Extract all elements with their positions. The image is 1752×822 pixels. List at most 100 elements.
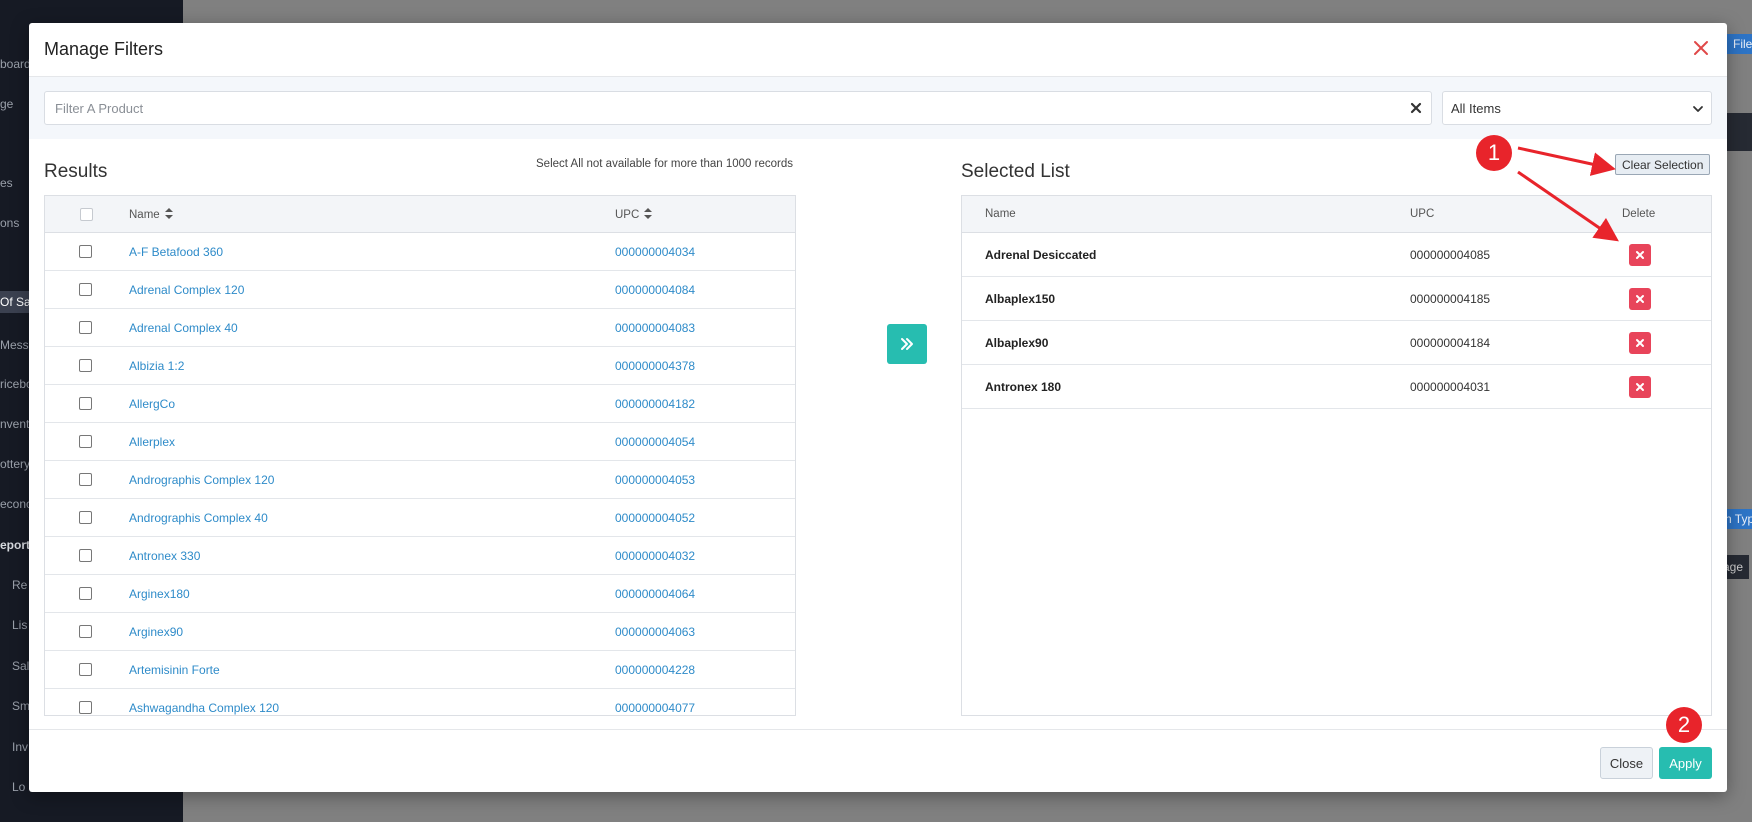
row-checkbox[interactable] (79, 511, 92, 524)
delete-icon (1636, 383, 1644, 391)
product-name-link[interactable]: Allerplex (129, 435, 175, 449)
results-name-header[interactable]: Name (129, 208, 173, 221)
table-row: AllergCo 000000004182 (45, 385, 795, 423)
bg-nav-item: nvent (0, 417, 30, 431)
selected-row: Antronex 180 000000004031 (962, 365, 1711, 409)
delete-button[interactable] (1629, 288, 1651, 310)
results-upc-header[interactable]: UPC (615, 208, 653, 221)
bg-nav-item: eport (0, 538, 30, 552)
product-upc-link[interactable]: 000000004063 (615, 625, 695, 639)
table-row: Andrographis Complex 120 000000004053 (45, 461, 795, 499)
modal-footer: Close Apply (29, 729, 1727, 792)
select-all-note: Select All not available for more than 1… (536, 158, 793, 170)
items-select-value: All Items (1451, 100, 1501, 116)
bg-nav-item: econc (0, 497, 33, 511)
product-name-link[interactable]: Ashwagandha Complex 120 (129, 701, 279, 715)
selected-product-upc: 000000004185 (1410, 292, 1491, 306)
clear-filter-icon[interactable] (1409, 101, 1423, 115)
filter-product-input[interactable] (45, 92, 1431, 124)
close-button[interactable]: Close (1600, 747, 1653, 779)
clear-selection-button[interactable]: Clear Selection (1615, 154, 1711, 175)
product-name-link[interactable]: Adrenal Complex 40 (129, 321, 238, 335)
product-name-link[interactable]: A-F Betafood 360 (129, 245, 223, 259)
product-upc-link[interactable]: 000000004228 (615, 663, 695, 677)
selected-upc-header: UPC (1410, 208, 1435, 220)
bg-nav-item: Lo (12, 780, 26, 794)
modal-header: Manage Filters (29, 23, 1727, 77)
selected-row: Albaplex150 000000004185 (962, 277, 1711, 321)
selected-row: Adrenal Desiccated 000000004085 (962, 233, 1711, 277)
table-row: Adrenal Complex 40 000000004083 (45, 309, 795, 347)
table-row: Albizia 1:2 000000004378 (45, 347, 795, 385)
table-row: Ashwagandha Complex 120 000000004077 (45, 689, 795, 715)
sort-icon (164, 208, 173, 219)
selected-list-title: Selected List (961, 161, 1070, 182)
table-row: Antronex 330 000000004032 (45, 537, 795, 575)
selected-delete-header: Delete (1622, 208, 1656, 220)
product-name-link[interactable]: Andrographis Complex 40 (129, 511, 268, 525)
product-upc-link[interactable]: 000000004053 (615, 473, 695, 487)
product-upc-link[interactable]: 000000004084 (615, 283, 695, 297)
delete-button[interactable] (1629, 244, 1651, 266)
bg-nav-item: es (0, 176, 13, 190)
row-checkbox[interactable] (79, 283, 92, 296)
selected-table: Name UPC Delete Adrenal Desiccated 000000… (961, 195, 1712, 716)
product-upc-link[interactable]: 000000004077 (615, 701, 695, 715)
bg-nav-item: ricebo (0, 377, 33, 391)
bg-nav-item: Sm (12, 699, 30, 713)
product-name-link[interactable]: Albizia 1:2 (129, 359, 184, 373)
table-row: Arginex90 000000004063 (45, 613, 795, 651)
row-checkbox[interactable] (79, 435, 92, 448)
row-checkbox[interactable] (79, 473, 92, 486)
product-upc-link[interactable]: 000000004052 (615, 511, 695, 525)
selected-table-header: Name UPC Delete (962, 196, 1711, 233)
delete-icon (1636, 295, 1644, 303)
apply-button[interactable]: Apply (1659, 747, 1712, 779)
product-upc-link[interactable]: 000000004034 (615, 245, 695, 259)
selected-product-name: Albaplex90 (985, 336, 1049, 350)
product-upc-link[interactable]: 000000004083 (615, 321, 695, 335)
product-name-link[interactable]: AllergCo (129, 397, 175, 411)
bg-nav-item: Lis (12, 618, 28, 632)
delete-button[interactable] (1629, 376, 1651, 398)
row-checkbox[interactable] (79, 701, 92, 714)
table-row: Artemisinin Forte 000000004228 (45, 651, 795, 689)
product-upc-link[interactable]: 000000004032 (615, 549, 695, 563)
product-name-link[interactable]: Adrenal Complex 120 (129, 283, 244, 297)
row-checkbox[interactable] (79, 245, 92, 258)
product-name-link[interactable]: Artemisinin Forte (129, 663, 220, 677)
row-checkbox[interactable] (79, 359, 92, 372)
items-select[interactable]: All Items (1442, 91, 1712, 125)
product-upc-link[interactable]: 000000004182 (615, 397, 695, 411)
row-checkbox[interactable] (79, 587, 92, 600)
manage-filters-modal: Manage Filters All Items Results Select … (29, 23, 1727, 792)
row-checkbox[interactable] (79, 321, 92, 334)
bg-nav-item: Re (12, 578, 28, 592)
row-checkbox[interactable] (79, 663, 92, 676)
product-name-link[interactable]: Arginex90 (129, 625, 183, 639)
table-row: Andrographis Complex 40 000000004052 (45, 499, 795, 537)
row-checkbox[interactable] (79, 625, 92, 638)
row-checkbox[interactable] (79, 549, 92, 562)
product-upc-link[interactable]: 000000004064 (615, 587, 695, 601)
product-name-link[interactable]: Arginex180 (129, 587, 190, 601)
row-checkbox[interactable] (79, 397, 92, 410)
results-table: Name UPC A-F Betafood 360 000000004034 Ad… (44, 195, 796, 716)
delete-icon (1636, 339, 1644, 347)
selected-product-name: Antronex 180 (985, 380, 1062, 394)
product-upc-link[interactable]: 000000004054 (615, 435, 695, 449)
product-name-link[interactable]: Andrographis Complex 120 (129, 473, 274, 487)
results-upc-header-label: UPC (615, 209, 640, 221)
results-table-header: Name UPC (45, 196, 795, 233)
select-all-checkbox[interactable] (80, 208, 93, 221)
close-icon[interactable] (1690, 37, 1712, 59)
filter-field (44, 91, 1432, 125)
product-name-link[interactable]: Antronex 330 (129, 549, 200, 563)
product-upc-link[interactable]: 000000004378 (615, 359, 695, 373)
delete-button[interactable] (1629, 332, 1651, 354)
add-to-selection-button[interactable] (887, 324, 927, 364)
filter-bar: All Items (29, 77, 1727, 139)
bg-nav-item: ge (0, 97, 14, 111)
table-row: Arginex180 000000004064 (45, 575, 795, 613)
bg-nav-item: board (0, 57, 31, 71)
